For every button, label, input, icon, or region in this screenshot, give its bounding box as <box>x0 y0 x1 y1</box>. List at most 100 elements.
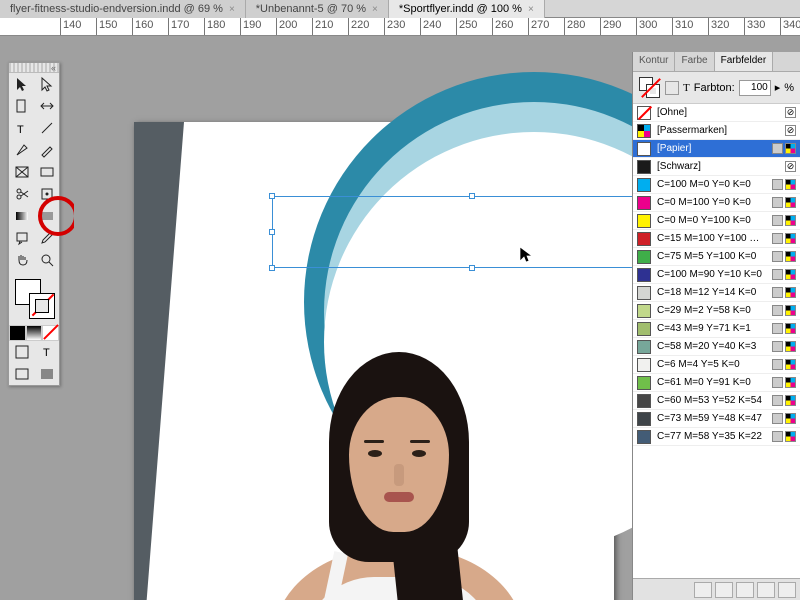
swatch-label: C=100 M=90 Y=10 K=0 <box>657 269 766 280</box>
swatch-label: C=15 M=100 Y=100 K=0 <box>657 233 766 244</box>
panel-grip[interactable]: « <box>9 63 59 73</box>
type-toggle-icon[interactable]: T <box>683 82 690 94</box>
swatch-row[interactable]: C=73 M=59 Y=48 K=47 <box>633 410 800 428</box>
tint-input[interactable] <box>739 80 771 96</box>
close-icon[interactable]: × <box>372 4 378 15</box>
swatch-row[interactable]: C=6 M=4 Y=5 K=0 <box>633 356 800 374</box>
object-text-toggle-icon[interactable] <box>665 81 679 95</box>
swatch-row[interactable]: [Papier] <box>633 140 800 158</box>
zoom-tool[interactable] <box>34 249 59 271</box>
stroke-color-proxy[interactable] <box>29 293 55 319</box>
color-mode-icon <box>772 431 783 442</box>
color-type-icon <box>785 269 796 280</box>
scissors-tool[interactable] <box>9 183 34 205</box>
document-canvas[interactable] <box>74 36 632 600</box>
gradient-feather-tool[interactable] <box>34 205 59 227</box>
rectangle-frame-tool[interactable] <box>9 161 34 183</box>
document-tabs: flyer-fitness-studio-endversion.indd @ 6… <box>0 0 800 18</box>
color-mode-icon <box>772 359 783 370</box>
color-mode-icon <box>772 305 783 316</box>
type-tool[interactable]: T <box>9 117 34 139</box>
swatch-row[interactable]: [Schwarz]⊘ <box>633 158 800 176</box>
swatch-chip <box>637 340 651 354</box>
apply-color-button[interactable] <box>9 325 26 341</box>
swatch-label: C=77 M=58 Y=35 K=22 <box>657 431 766 442</box>
swatch-row[interactable]: C=100 M=90 Y=10 K=0 <box>633 266 800 284</box>
lock-icon: ⊘ <box>785 125 796 136</box>
swatch-chip <box>637 232 651 246</box>
swatch-chip <box>637 142 651 156</box>
apply-gradient-button[interactable] <box>26 325 43 341</box>
swatch-row[interactable]: C=29 M=2 Y=58 K=0 <box>633 302 800 320</box>
gradient-swatch-tool[interactable] <box>9 205 34 227</box>
eyedropper-tool[interactable] <box>34 227 59 249</box>
swatch-chip <box>637 376 651 390</box>
show-color-swatches-button[interactable] <box>715 582 733 598</box>
tab-farbfelder[interactable]: Farbfelder <box>715 52 774 71</box>
swatch-label: [Passermarken] <box>657 125 779 136</box>
rectangle-tool[interactable] <box>34 161 59 183</box>
swatch-chip <box>637 178 651 192</box>
pen-tool[interactable] <box>9 139 34 161</box>
color-type-icon <box>785 179 796 190</box>
lock-icon: ⊘ <box>785 161 796 172</box>
selection-tool[interactable] <box>9 73 34 95</box>
fill-stroke-proxy[interactable] <box>9 275 61 321</box>
show-all-swatches-button[interactable] <box>694 582 712 598</box>
hand-tool[interactable] <box>9 249 34 271</box>
show-gradient-swatches-button[interactable] <box>736 582 754 598</box>
gap-tool[interactable] <box>34 95 59 117</box>
color-type-icon <box>785 197 796 208</box>
swatch-label: C=6 M=4 Y=5 K=0 <box>657 359 766 370</box>
swatch-row[interactable]: C=43 M=9 Y=71 K=1 <box>633 320 800 338</box>
document-tab-2[interactable]: *Sportflyer.indd @ 100 %× <box>389 0 545 18</box>
page <box>134 122 614 600</box>
color-type-icon <box>785 395 796 406</box>
swatch-row[interactable]: [Passermarken] ⊘ <box>633 122 800 140</box>
panel-fill-stroke-proxy[interactable] <box>639 77 661 99</box>
direct-selection-tool[interactable] <box>34 73 59 95</box>
svg-text:T: T <box>43 347 50 359</box>
view-mode-normal[interactable] <box>9 363 34 385</box>
close-icon[interactable]: × <box>229 4 235 15</box>
swatch-row[interactable]: C=75 M=5 Y=100 K=0 <box>633 248 800 266</box>
swatch-label: C=0 M=100 Y=0 K=0 <box>657 197 766 208</box>
swatch-row[interactable]: [Ohne]⊘ <box>633 104 800 122</box>
document-tab-0[interactable]: flyer-fitness-studio-endversion.indd @ 6… <box>0 0 246 18</box>
swatch-list[interactable]: [Ohne]⊘ [Passermarken] ⊘ [Papier][Schwarz]⊘… <box>633 104 800 578</box>
swatch-chip <box>637 250 651 264</box>
delete-swatch-button[interactable] <box>778 582 796 598</box>
swatch-row[interactable]: C=0 M=0 Y=100 K=0 <box>633 212 800 230</box>
page-tool[interactable] <box>9 95 34 117</box>
close-icon[interactable]: × <box>528 4 534 15</box>
tools-panel: « T T <box>8 62 60 386</box>
apply-none-button[interactable] <box>42 325 59 341</box>
view-mode-preview[interactable] <box>34 363 59 385</box>
swatch-row[interactable]: C=61 M=0 Y=91 K=0 <box>633 374 800 392</box>
tint-dropdown-icon[interactable]: ▸ <box>775 81 781 94</box>
tab-kontur[interactable]: Kontur <box>633 52 675 71</box>
swatch-row[interactable]: C=0 M=100 Y=0 K=0 <box>633 194 800 212</box>
swatch-row[interactable]: C=60 M=53 Y=52 K=54 <box>633 392 800 410</box>
color-mode-icon <box>772 179 783 190</box>
transform-tool[interactable] <box>34 183 59 205</box>
swatch-chip <box>637 214 651 228</box>
pencil-tool[interactable] <box>34 139 59 161</box>
swatch-label: C=0 M=0 Y=100 K=0 <box>657 215 766 226</box>
selected-rectangle-frame[interactable] <box>272 196 632 268</box>
formatting-container-button[interactable] <box>9 341 34 363</box>
swatch-row[interactable]: C=58 M=20 Y=40 K=3 <box>633 338 800 356</box>
note-tool[interactable] <box>9 227 34 249</box>
tab-farbe[interactable]: Farbe <box>675 52 714 71</box>
swatch-row[interactable]: C=18 M=12 Y=14 K=0 <box>633 284 800 302</box>
document-tab-1[interactable]: *Unbenannt-5 @ 70 %× <box>246 0 389 18</box>
swatch-row[interactable]: C=77 M=58 Y=35 K=22 <box>633 428 800 446</box>
formatting-text-button[interactable]: T <box>34 341 59 363</box>
color-type-icon <box>785 377 796 388</box>
swatch-row[interactable]: C=100 M=0 Y=0 K=0 <box>633 176 800 194</box>
panel-tabstrip: Kontur Farbe Farbfelder <box>633 52 800 72</box>
line-tool[interactable] <box>34 117 59 139</box>
lock-icon: ⊘ <box>785 107 796 118</box>
new-swatch-button[interactable] <box>757 582 775 598</box>
swatch-row[interactable]: C=15 M=100 Y=100 K=0 <box>633 230 800 248</box>
